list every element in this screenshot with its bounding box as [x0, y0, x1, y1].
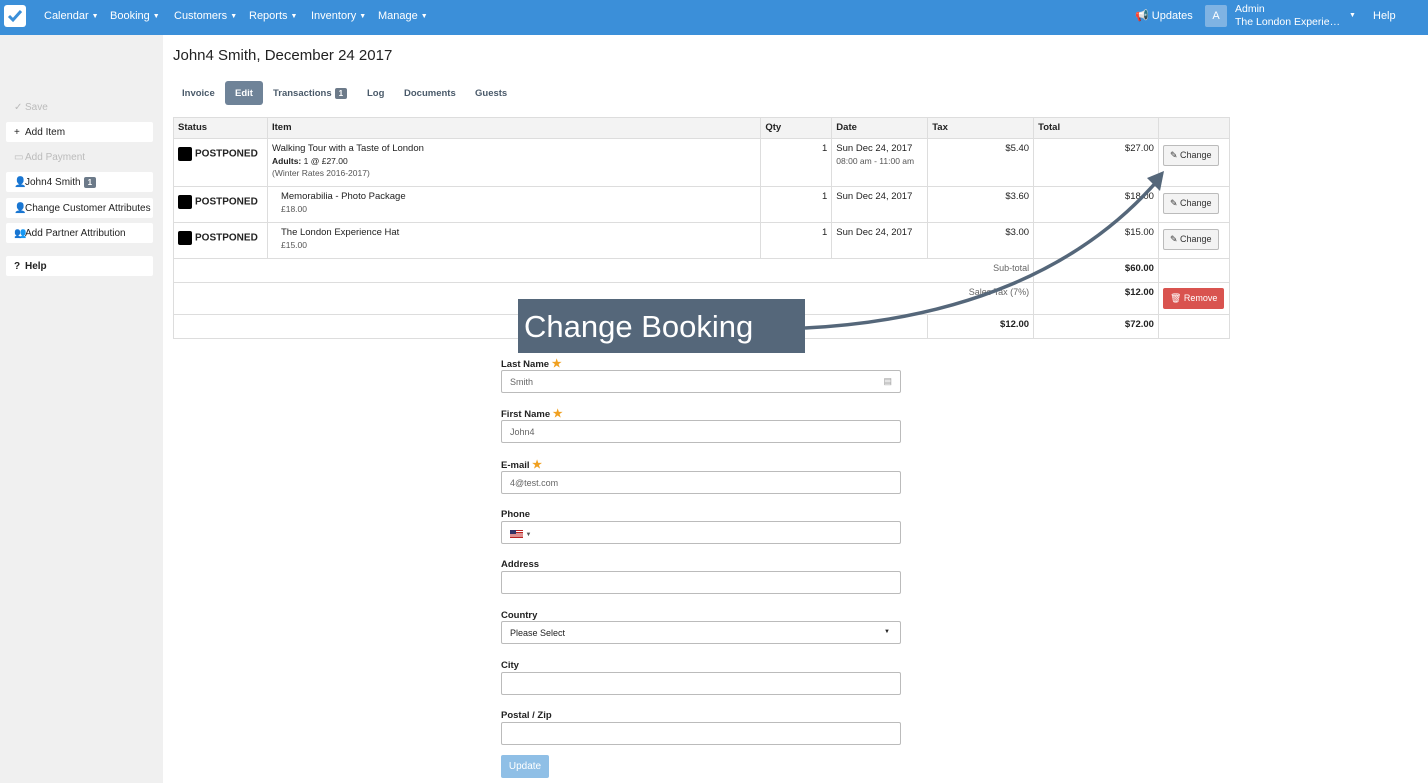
update-button[interactable]: Update [501, 755, 549, 778]
last-name-label: Last Name ★ [501, 358, 562, 370]
address-field[interactable] [501, 571, 901, 594]
phone-label: Phone [501, 509, 531, 520]
contact-card-icon: ▤ [883, 376, 892, 386]
city-label: City [501, 660, 519, 671]
required-star-icon: ★ [532, 459, 543, 471]
caret-down-icon: ▼ [884, 629, 890, 635]
first-name-field[interactable]: John4 [501, 420, 901, 443]
country-label: Country [501, 610, 538, 621]
phone-field[interactable]: ▼ [501, 521, 901, 544]
city-field[interactable] [501, 672, 901, 695]
address-label: Address [501, 559, 540, 570]
first-name-label: First Name ★ [501, 408, 563, 420]
country-select[interactable]: Please Select ▼ [501, 621, 901, 644]
postal-field[interactable] [501, 722, 901, 745]
required-star-icon: ★ [552, 408, 563, 420]
last-name-field[interactable]: Smith ▤ [501, 370, 901, 393]
required-star-icon: ★ [551, 358, 562, 370]
change-booking-callout: Change Booking [518, 299, 805, 353]
email-field[interactable]: 4@test.com [501, 471, 901, 494]
email-label: E-mail ★ [501, 459, 543, 471]
caret-down-icon[interactable]: ▼ [526, 532, 532, 538]
postal-label: Postal / Zip [501, 710, 552, 721]
us-flag-icon[interactable] [510, 529, 523, 538]
